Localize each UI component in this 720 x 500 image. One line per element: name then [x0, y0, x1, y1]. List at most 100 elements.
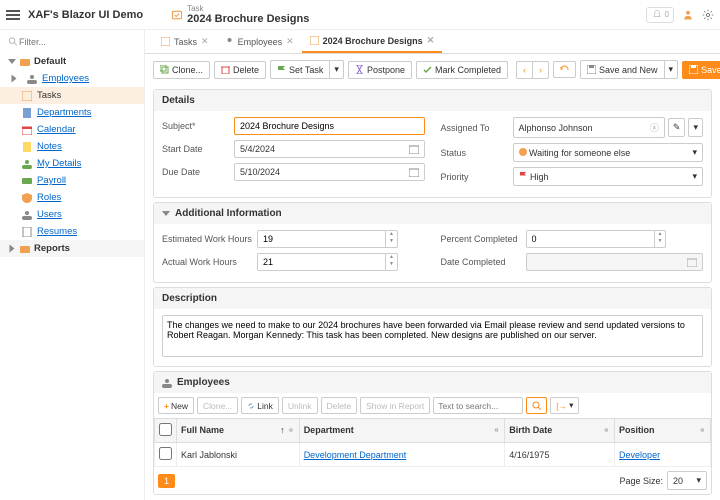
notifications-button[interactable]: 0: [646, 7, 674, 23]
tab-employees[interactable]: Employees✕: [217, 30, 302, 53]
page-title: 2024 Brochure Designs: [187, 13, 309, 25]
tab-brochure[interactable]: 2024 Brochure Designs✕: [302, 30, 443, 53]
nav-departments[interactable]: Departments: [0, 104, 144, 121]
clone-button[interactable]: Clone...: [153, 61, 210, 79]
gear-icon[interactable]: [702, 9, 714, 21]
doc-icon: [22, 227, 32, 237]
additional-header[interactable]: Additional Information: [154, 203, 711, 224]
grid-search-input[interactable]: [433, 397, 523, 414]
delete-button[interactable]: Delete: [214, 61, 266, 79]
search-button[interactable]: [526, 397, 547, 414]
user-icon[interactable]: [682, 9, 694, 21]
settask-button[interactable]: Set Task: [270, 60, 330, 79]
sidebar-search[interactable]: [0, 34, 144, 50]
close-icon[interactable]: ✕: [427, 35, 435, 46]
table-row[interactable]: Karl Jablonski Development Department 4/…: [155, 443, 711, 467]
breadcrumb: Task: [187, 4, 309, 13]
delete-button[interactable]: Delete: [321, 397, 358, 414]
header: XAF's Blazor UI Demo Task 2024 Brochure …: [0, 0, 720, 30]
shield-icon: [22, 193, 32, 203]
act-hours-input[interactable]: ▲▼: [257, 253, 398, 271]
tab-tasks[interactable]: Tasks✕: [153, 30, 217, 53]
save-new-button[interactable]: Save and New: [580, 60, 665, 79]
employees-header: Employees: [154, 372, 711, 393]
edit-assigned-button[interactable]: ✎: [668, 118, 686, 137]
tab-bar: Tasks✕ Employees✕ 2024 Brochure Designs✕: [145, 30, 720, 54]
new-button[interactable]: +New: [158, 397, 194, 414]
employees-grid: Full Name ↑ ⚬ Department⚬ Birth Date⚬ Po…: [154, 418, 711, 467]
subject-input[interactable]: [234, 117, 425, 135]
select-all-checkbox[interactable]: [159, 423, 172, 436]
menu-toggle[interactable]: [6, 8, 20, 22]
calendar-icon: [409, 167, 419, 177]
row-checkbox[interactable]: [159, 447, 172, 460]
nav-tasks[interactable]: Tasks: [0, 87, 144, 104]
cell-pos-link[interactable]: Developer: [619, 450, 660, 460]
description-textarea[interactable]: [162, 315, 703, 357]
save-new-dropdown[interactable]: ▾: [665, 60, 679, 79]
nav-employees[interactable]: Employees: [0, 70, 144, 87]
folder-icon: [20, 57, 30, 67]
mark-complete-button[interactable]: Mark Completed: [416, 61, 508, 79]
refresh-icon: [560, 65, 569, 74]
nav-payroll[interactable]: Payroll: [0, 172, 144, 189]
settask-dropdown[interactable]: ▾: [330, 60, 344, 79]
cell-dept-link[interactable]: Development Department: [304, 450, 407, 460]
nav-calendar[interactable]: Calendar: [0, 121, 144, 138]
unlink-button[interactable]: Unlink: [282, 397, 318, 414]
act-label: Actual Work Hours: [162, 257, 257, 267]
page-size-label: Page Size:: [619, 476, 663, 486]
next-button[interactable]: ›: [533, 61, 549, 79]
filter-input[interactable]: [19, 37, 136, 47]
building-icon: [22, 108, 32, 118]
assigned-dropdown[interactable]: ▾: [688, 118, 703, 137]
col-birthdate[interactable]: Birth Date⚬: [505, 419, 615, 443]
assigned-select[interactable]: Alphonso Johnsonⓧ: [513, 117, 665, 138]
subject-label: Subject*: [162, 121, 234, 131]
flag-icon: [277, 65, 286, 74]
content: Tasks✕ Employees✕ 2024 Brochure Designs✕…: [145, 30, 720, 500]
status-select[interactable]: Waiting for someone else▾: [513, 143, 704, 162]
export-button[interactable]: [→▾: [550, 397, 579, 414]
page-1-button[interactable]: 1: [158, 474, 175, 488]
page-size-select[interactable]: 20▾: [667, 471, 707, 490]
refresh-button[interactable]: [553, 61, 576, 78]
date-completed-input[interactable]: [526, 253, 704, 271]
close-icon[interactable]: ✕: [286, 36, 294, 47]
nav-notes[interactable]: Notes: [0, 138, 144, 155]
nav-resumes[interactable]: Resumes: [0, 223, 144, 240]
nav-roles[interactable]: Roles: [0, 189, 144, 206]
description-header: Description: [154, 288, 711, 309]
priority-label: Priority: [441, 172, 513, 182]
link-icon: [247, 402, 255, 410]
link-button[interactable]: Link: [241, 397, 279, 414]
est-hours-input[interactable]: ▲▼: [257, 230, 398, 248]
show-report-button[interactable]: Show in Report: [360, 397, 430, 414]
start-date-input[interactable]: 5/4/2024: [234, 140, 425, 158]
due-date-input[interactable]: 5/10/2024: [234, 163, 425, 181]
close-icon[interactable]: ✕: [201, 36, 209, 47]
col-fullname[interactable]: Full Name ↑ ⚬: [177, 419, 300, 443]
status-label: Status: [441, 148, 513, 158]
prev-button[interactable]: ‹: [516, 61, 533, 79]
search-icon: [8, 36, 19, 48]
check-icon: [423, 65, 432, 74]
dc-label: Date Completed: [441, 257, 526, 267]
col-position[interactable]: Position⚬: [615, 419, 711, 443]
nav-group-reports[interactable]: Reports: [0, 240, 144, 257]
employees-panel: Employees +New Clone... Link Unlink Dele…: [153, 371, 712, 495]
clone-button[interactable]: Clone...: [197, 397, 238, 414]
save-icon: [587, 65, 596, 74]
nav-group-default[interactable]: Default: [0, 53, 144, 70]
est-label: Estimated Work Hours: [162, 234, 257, 244]
bell-icon: [651, 9, 663, 21]
person-icon: [22, 159, 32, 169]
col-department[interactable]: Department⚬: [299, 419, 505, 443]
save-button[interactable]: Save: [682, 61, 720, 79]
priority-select[interactable]: High▾: [513, 167, 704, 186]
nav-mydetails[interactable]: My Details: [0, 155, 144, 172]
pager: 1 Page Size: 20▾: [154, 467, 711, 494]
postpone-button[interactable]: Postpone: [348, 61, 412, 79]
pct-input[interactable]: ▲▼: [526, 230, 667, 248]
nav-users[interactable]: Users: [0, 206, 144, 223]
